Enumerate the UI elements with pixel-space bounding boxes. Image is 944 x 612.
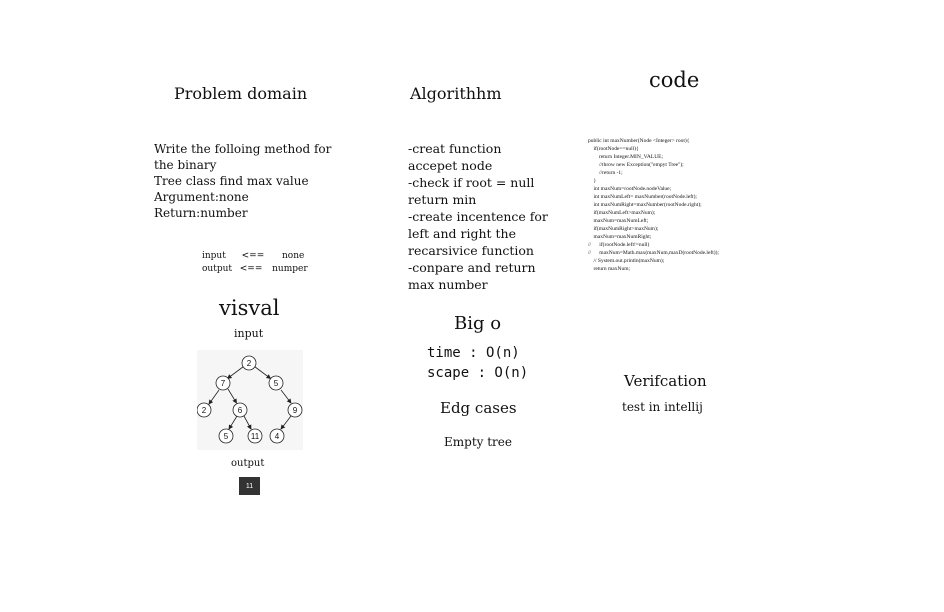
time-complexity: time : O(n) — [427, 345, 520, 361]
tree-edge — [228, 415, 238, 430]
problem-line: Argument:none — [154, 190, 249, 204]
code-line: maxNum=maxNumLeft; — [588, 218, 649, 224]
code-line: if(maxNumLeft>maxNum); — [588, 210, 656, 216]
algorithm-line: -creat function — [408, 141, 502, 156]
algorithm-line: accepet node — [408, 158, 493, 173]
tree-node-label: 9 — [293, 406, 298, 415]
visual-input-label: input — [234, 327, 264, 340]
algorithm-line: recarsivice function — [408, 243, 534, 258]
tree-edge — [280, 415, 292, 430]
algorithm-steps: -creat function accepet node -check if r… — [408, 140, 548, 293]
tree-node-label: 2 — [202, 406, 207, 415]
visual-title: visval — [219, 296, 280, 320]
tree-node-label: 5 — [274, 379, 279, 388]
output-row: output <== numper — [202, 263, 308, 276]
tree-edge — [254, 366, 272, 379]
tree-node-label: 4 — [275, 432, 280, 441]
algorithm-line: max number — [408, 277, 488, 292]
input-row: input <== none — [202, 250, 308, 263]
io-summary: input <== none output <== numper — [202, 250, 308, 276]
tree-node-label: 6 — [238, 406, 243, 415]
code-line: public int maxNumber(Node <Integer> root… — [588, 138, 690, 144]
big-o-values: time : O(n) scape : O(n) — [427, 343, 528, 383]
problem-line: Return:number — [154, 206, 248, 220]
space-complexity: scape : O(n) — [427, 365, 529, 381]
code-line: return Integer.MIN_VALUE; — [588, 154, 664, 160]
input-value: none — [281, 251, 305, 261]
code-line: // System.out.println(maxNum); — [588, 258, 665, 264]
problem-domain-text: Write the folloing method for the binary… — [154, 141, 331, 221]
code-line: int maxNum=rootNode.nodeValue; — [588, 186, 672, 192]
tree-node-label: 7 — [221, 379, 226, 388]
output-label: output — [202, 264, 233, 274]
code-line: int maxNumRight=maxNumber(rootNode.right… — [588, 202, 702, 208]
verification-text: test in intellij — [622, 400, 703, 414]
code-title: code — [649, 68, 700, 92]
code-line: // if(rootNode.left!=null) — [588, 242, 650, 248]
code-line: // maxNum=Math.max(maxNum,maxD(rootNode.… — [588, 250, 719, 256]
code-line: //return -1; — [588, 170, 623, 176]
big-o-title: Big o — [454, 313, 502, 334]
algorithm-line: -create incentence for — [408, 209, 548, 224]
output-value: numper — [272, 264, 308, 274]
code-line: maxNum=maxNumRight; — [588, 234, 652, 240]
code-line: } — [588, 178, 597, 184]
tree-edge — [243, 415, 252, 430]
output-value-box: 11 — [239, 477, 260, 495]
code-line: if(maxNumRight>maxNum); — [588, 226, 659, 232]
algorithm-line: -check if root = null — [408, 175, 535, 190]
input-label: input — [202, 251, 226, 261]
input-arrow: <== — [241, 251, 265, 261]
algorithm-line: left and right the — [408, 226, 516, 241]
tree-edge — [208, 389, 220, 405]
tree-node-label: 5 — [224, 432, 229, 441]
tree-edge — [280, 389, 292, 404]
edge-cases-title: Edg cases — [440, 399, 517, 417]
tree-node-label: 11 — [251, 432, 260, 441]
tree-edge — [226, 366, 244, 379]
visual-output-label: output — [231, 458, 265, 469]
problem-line: Write the folloing method for — [154, 142, 332, 156]
tree-edge — [227, 388, 237, 404]
problem-line: Tree class find max value — [154, 174, 309, 188]
output-arrow: <== — [239, 264, 263, 274]
tree-node-label: 2 — [247, 359, 252, 368]
binary-tree-svg: 2 7 5 2 6 9 5 11 4 — [196, 355, 303, 444]
code-line: return maxNum; — [588, 266, 631, 272]
verification-title: Verifcation — [624, 372, 707, 390]
algorithm-line: return min — [408, 192, 477, 207]
algorithm-line: -conpare and return — [408, 260, 536, 275]
code-line: int maxNumLeft= maxNumber(rootNode.left)… — [588, 194, 697, 200]
code-line: //throw new Exception("empyt Tree"); — [588, 162, 684, 168]
binary-tree-diagram: 2 7 5 2 6 9 5 11 4 — [196, 350, 303, 450]
algorithm-title: Algorithhm — [410, 84, 502, 103]
problem-domain-title: Problem domain — [174, 84, 308, 103]
code-snippet: public int maxNumber(Node <Integer> root… — [588, 137, 788, 273]
edge-cases-text: Empty tree — [444, 435, 512, 449]
problem-line: the binary — [154, 158, 217, 172]
code-line: if(rootNode==null){ — [588, 146, 639, 152]
